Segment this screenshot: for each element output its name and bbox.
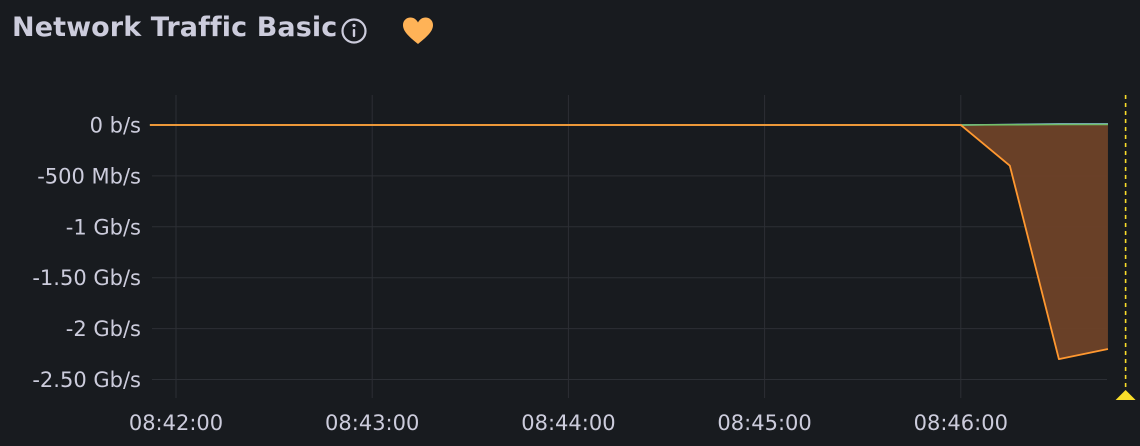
traffic-chart: 0 b/s -500 Mb/s -1 Gb/s -1.50 Gb/s -2 Gb/s -2…	[32, 95, 1136, 435]
x-tick-label: 08:43:00	[325, 411, 419, 435]
x-axis: 08:42:00 08:43:00 08:44:00 08:45:00 08:46:00	[129, 411, 1008, 435]
annotation-layer	[1115, 95, 1136, 400]
x-tick-label: 08:42:00	[129, 411, 223, 435]
y-tick-label: -1 Gb/s	[66, 215, 141, 239]
x-tick-label: 08:45:00	[717, 411, 811, 435]
y-tick-label: -2.50 Gb/s	[32, 368, 141, 392]
y-tick-label: 0 b/s	[90, 114, 141, 138]
y-tick-label: -1.50 Gb/s	[32, 266, 141, 290]
series-area-fill	[149, 125, 1108, 360]
y-axis: 0 b/s -500 Mb/s -1 Gb/s -1.50 Gb/s -2 Gb/s -2…	[32, 114, 141, 393]
annotation-marker	[1115, 390, 1136, 400]
y-tick-label: -2 Gb/s	[66, 317, 141, 341]
grid-lines	[152, 95, 1107, 398]
y-tick-label: -500 Mb/s	[37, 164, 141, 188]
series-layer	[149, 123, 1109, 361]
x-tick-label: 08:44:00	[521, 411, 615, 435]
x-tick-label: 08:46:00	[914, 411, 1008, 435]
series-line	[149, 124, 1109, 361]
